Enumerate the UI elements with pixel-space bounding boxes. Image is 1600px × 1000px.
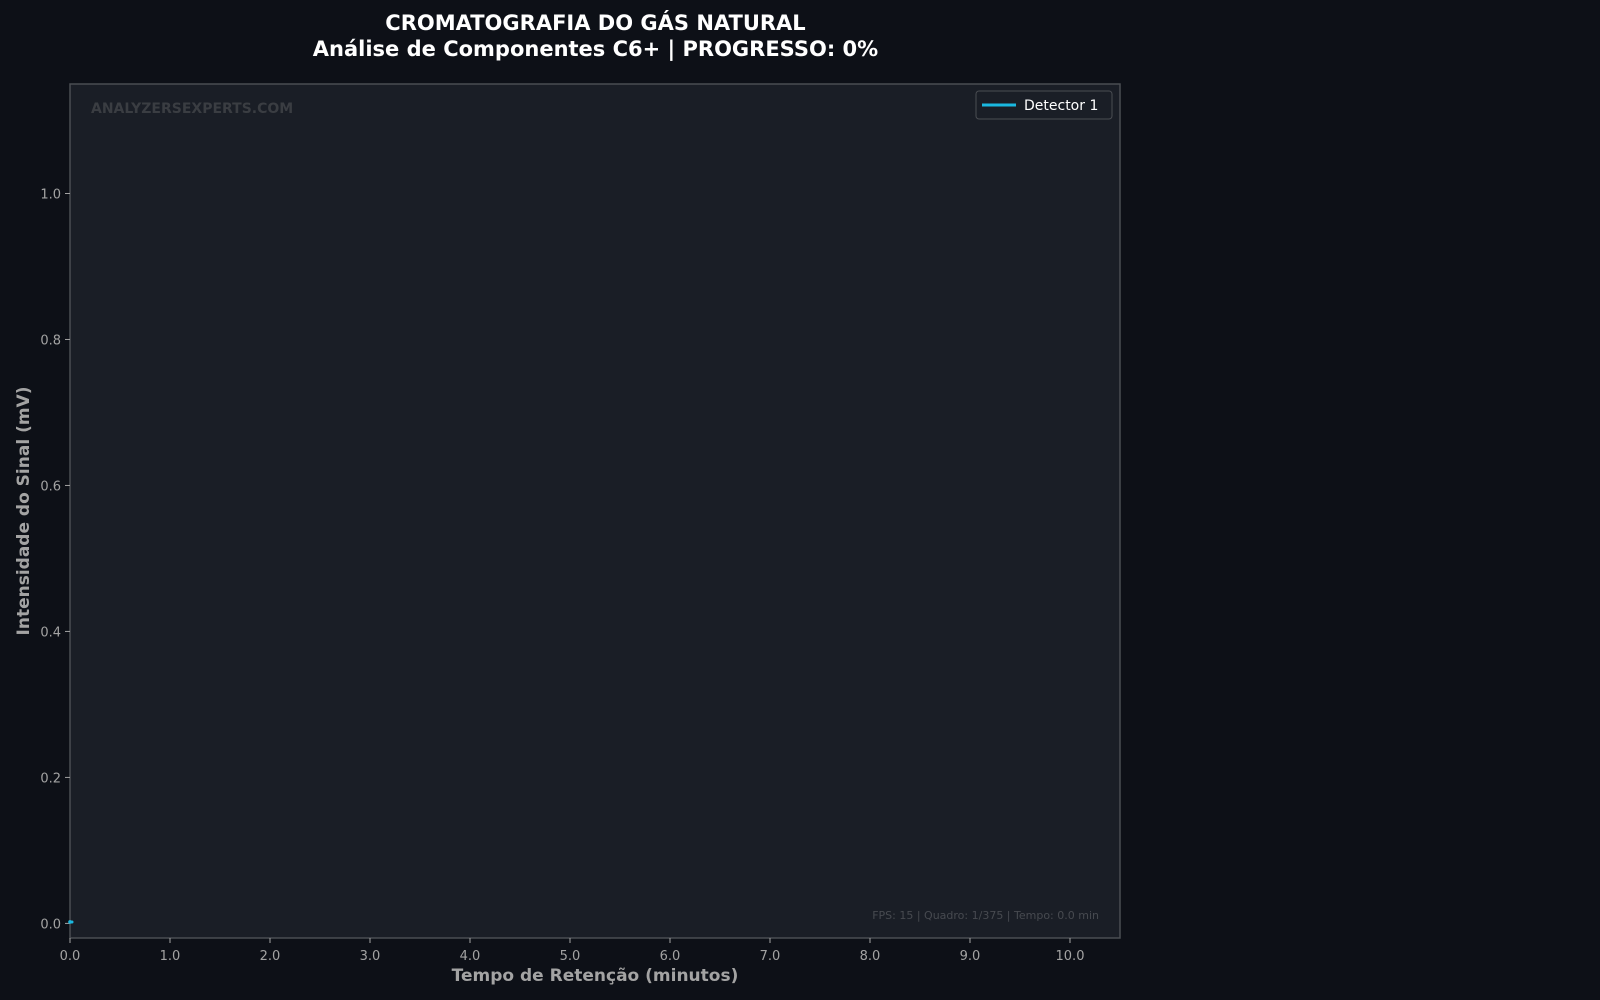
y-tick-label: 0.8 — [40, 333, 61, 348]
chart-stage: CROMATOGRAFIA DO GÁS NATURAL Análise de … — [0, 0, 1600, 1000]
y-tick-label: 0.2 — [40, 771, 61, 786]
x-axis-label: Tempo de Retenção (minutos) — [452, 966, 739, 986]
frame-info-text: FPS: 15 | Quadro: 1/375 | Tempo: 0.0 min — [872, 909, 1099, 922]
x-tick-label: 2.0 — [260, 949, 281, 964]
x-axis-ticks: 0.0 1.0 2.0 3.0 4.0 5.0 6.0 7.0 8.0 9.0 10.0 — [60, 938, 1085, 964]
x-tick-label: 6.0 — [660, 949, 681, 964]
x-tick-label: 3.0 — [360, 949, 381, 964]
x-tick-label: 10.0 — [1056, 949, 1085, 964]
watermark: ANALYZERSEXPERTS.COM — [91, 101, 293, 117]
x-tick-label: 7.0 — [760, 949, 781, 964]
y-axis-ticks: 0.0 0.2 0.4 0.6 0.8 1.0 — [40, 187, 70, 932]
x-tick-label: 0.0 — [60, 949, 81, 964]
x-tick-label: 1.0 — [160, 949, 181, 964]
chromatogram-chart: ANALYZERSEXPERTS.COM 0.0 1.0 2.0 3.0 4.0 5.0 6… — [14, 83, 1121, 986]
x-tick-label: 4.0 — [460, 949, 481, 964]
x-tick-label: 9.0 — [960, 949, 981, 964]
series-layer — [68, 920, 74, 924]
y-axis-label: Intensidade do Sinal (mV) — [14, 387, 34, 636]
series-start-point — [68, 920, 72, 924]
legend: Detector 1 — [975, 90, 1113, 120]
y-tick-label: 0.4 — [40, 625, 61, 640]
legend-label: Detector 1 — [1024, 98, 1098, 114]
plot-area — [69, 83, 1121, 939]
y-tick-label: 0.6 — [40, 479, 61, 494]
y-tick-label: 0.0 — [40, 917, 61, 932]
x-tick-label: 8.0 — [860, 949, 881, 964]
y-tick-label: 1.0 — [40, 187, 61, 202]
x-tick-label: 5.0 — [560, 949, 581, 964]
